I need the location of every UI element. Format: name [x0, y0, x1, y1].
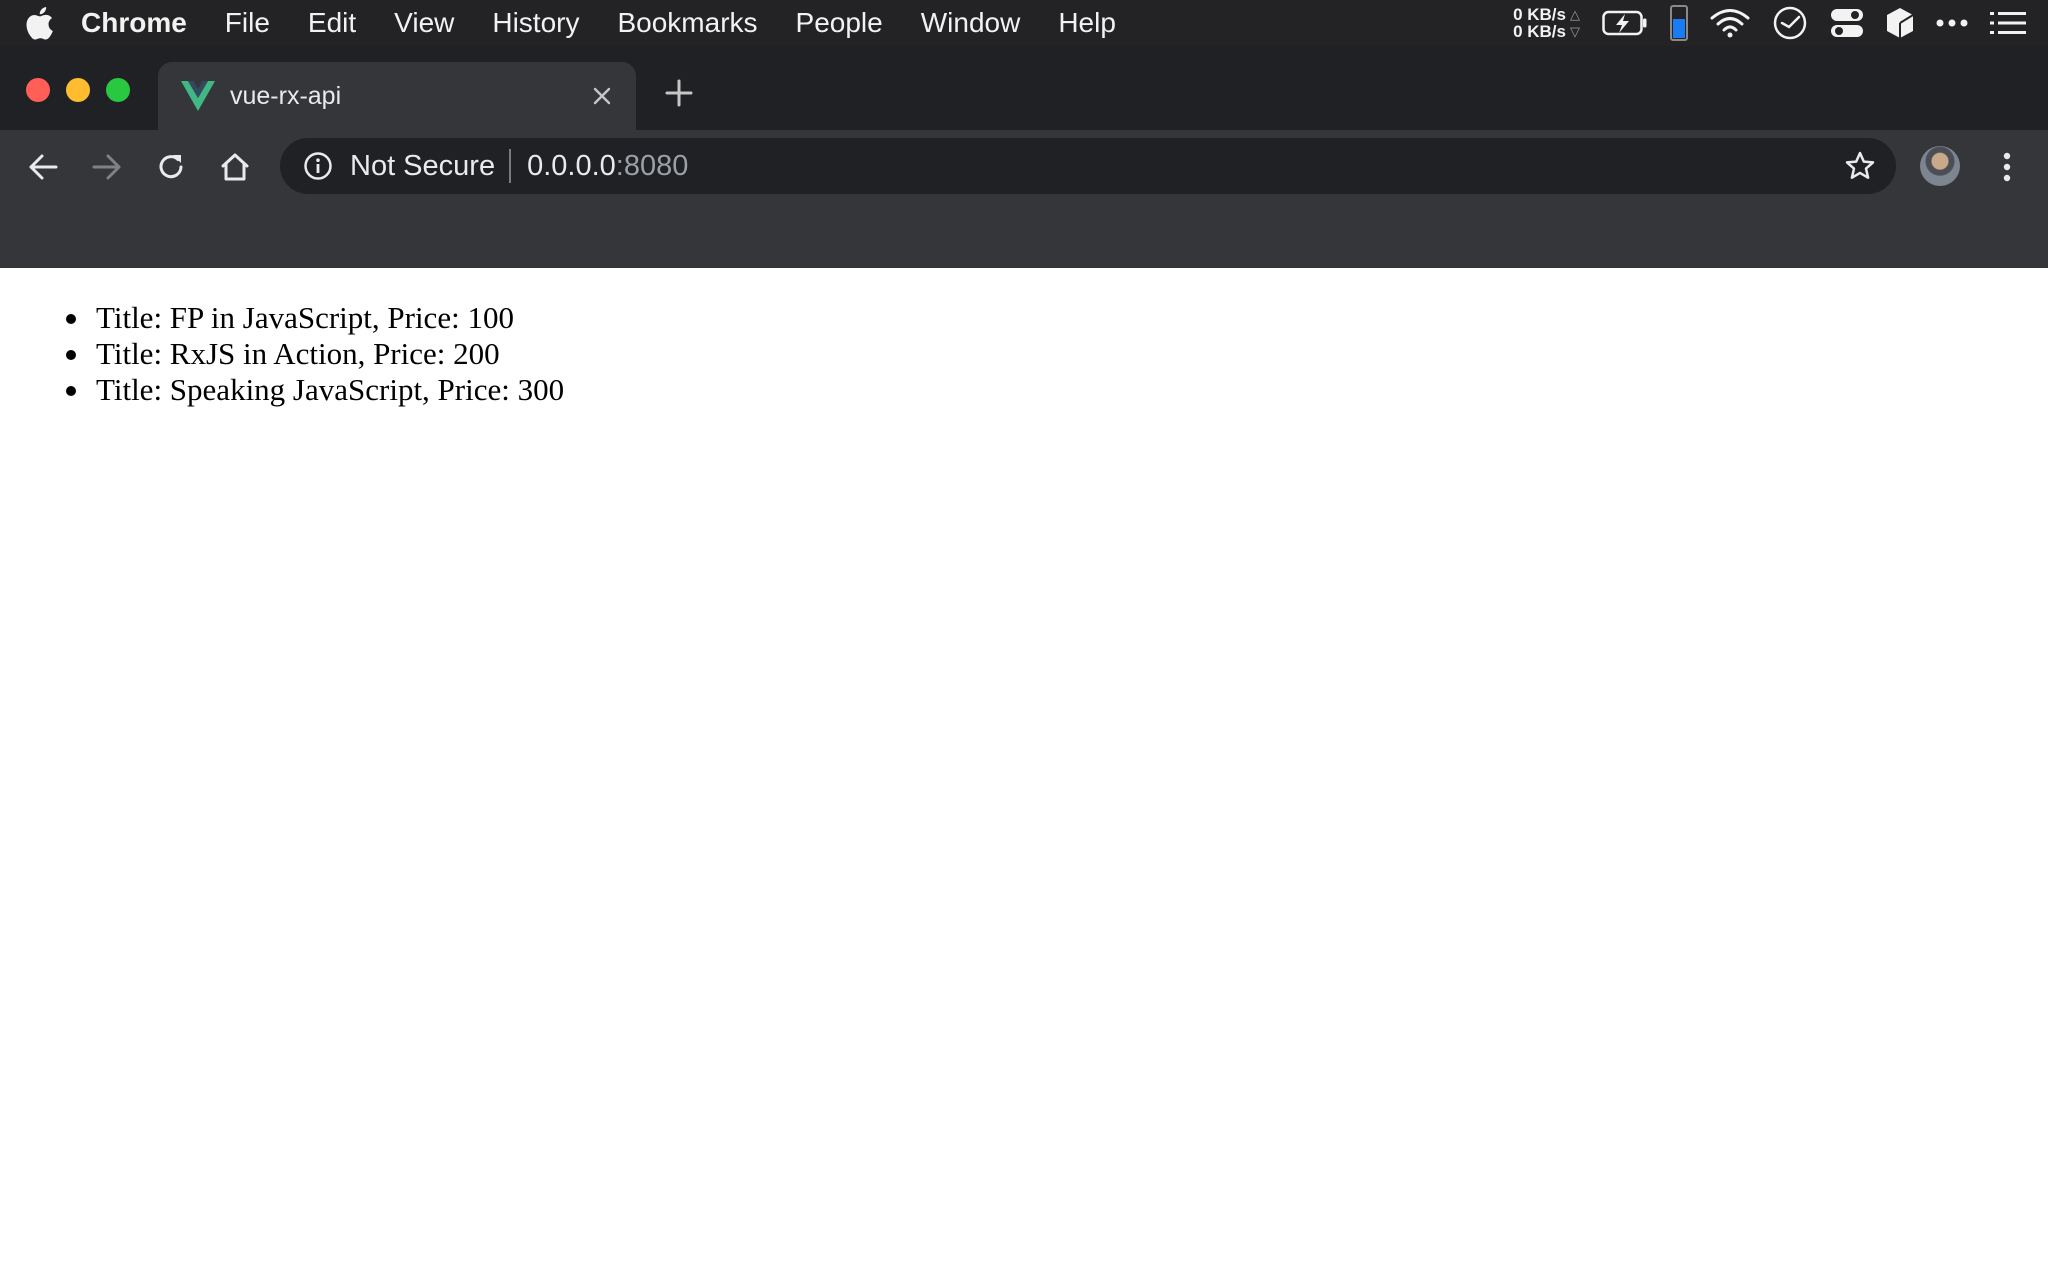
- list-icon[interactable]: [1990, 11, 2026, 35]
- cube-icon[interactable]: [1886, 7, 1914, 39]
- bullet: [66, 350, 76, 360]
- bullet: [66, 386, 76, 396]
- book-text: Title: Speaking JavaScript, Price: 300: [96, 372, 565, 407]
- menu-file[interactable]: File: [206, 0, 289, 46]
- tab-close-icon[interactable]: [584, 78, 620, 114]
- window-close-button[interactable]: [26, 78, 50, 102]
- list-item: Title: RxJS in Action, Price: 200: [56, 336, 564, 372]
- apple-menu-icon[interactable]: [0, 0, 62, 46]
- battery-charging-icon[interactable]: [1602, 10, 1648, 36]
- menu-app-chrome[interactable]: Chrome: [62, 0, 206, 46]
- page-content: Title: FP in JavaScript, Price: 100 Titl…: [0, 268, 2048, 1280]
- bookmark-star-icon[interactable]: [1842, 148, 1878, 184]
- download-rate: 0 KB/s: [1513, 22, 1566, 41]
- book-text: Title: RxJS in Action, Price: 200: [96, 336, 500, 371]
- list-item: Title: FP in JavaScript, Price: 100: [56, 300, 564, 336]
- home-button[interactable]: [212, 144, 258, 190]
- upload-arrow-icon: △: [1570, 7, 1580, 22]
- info-icon[interactable]: [302, 150, 334, 182]
- tab-title: vue-rx-api: [230, 81, 342, 110]
- network-rates[interactable]: 0 KB/s 0 KB/s: [1513, 6, 1566, 40]
- security-label: Not Secure: [350, 149, 496, 182]
- bullet: [66, 314, 76, 324]
- book-text: Title: FP in JavaScript, Price: 100: [96, 300, 514, 335]
- menu-history[interactable]: History: [473, 0, 598, 46]
- clock-icon[interactable]: [1772, 5, 1808, 41]
- profile-avatar[interactable]: [1920, 146, 1960, 186]
- menu-bar: Chrome File Edit View History Bookmarks …: [0, 0, 2048, 46]
- new-tab-button[interactable]: [660, 74, 698, 112]
- menu-edit[interactable]: Edit: [289, 0, 375, 46]
- more-icon[interactable]: [1936, 18, 1968, 28]
- control-center-icon[interactable]: [1830, 8, 1864, 38]
- book-list: Title: FP in JavaScript, Price: 100 Titl…: [56, 300, 564, 408]
- omnibox-separator: [509, 149, 512, 183]
- back-button[interactable]: [20, 144, 66, 190]
- tab-vue-rx-api[interactable]: vue-rx-api: [158, 62, 636, 130]
- download-arrow-icon: ▽: [1570, 24, 1580, 39]
- menu-bookmarks[interactable]: Bookmarks: [598, 0, 776, 46]
- reload-button[interactable]: [148, 144, 194, 190]
- menu-help[interactable]: Help: [1039, 0, 1135, 46]
- url-port: :8080: [615, 149, 689, 182]
- menu-people[interactable]: People: [777, 0, 902, 46]
- address-bar[interactable]: Not Secure 0.0.0.0 :8080: [280, 138, 1896, 194]
- list-item: Title: Speaking JavaScript, Price: 300: [56, 372, 564, 408]
- network-arrows: △ ▽: [1570, 6, 1580, 40]
- chrome-menu-icon[interactable]: [1984, 144, 2030, 190]
- forward-button[interactable]: [84, 144, 130, 190]
- upload-rate: 0 KB/s: [1513, 5, 1566, 24]
- wifi-icon[interactable]: [1710, 8, 1750, 38]
- menu-window[interactable]: Window: [902, 0, 1040, 46]
- menu-view[interactable]: View: [375, 0, 473, 46]
- vue-logo-icon: [180, 78, 216, 114]
- url-host: 0.0.0.0: [527, 149, 616, 182]
- battery-level-icon[interactable]: [1670, 5, 1688, 41]
- status-area: 0 KB/s 0 KB/s △ ▽: [1513, 0, 2048, 46]
- window-zoom-button[interactable]: [106, 78, 130, 102]
- window-minimize-button[interactable]: [66, 78, 90, 102]
